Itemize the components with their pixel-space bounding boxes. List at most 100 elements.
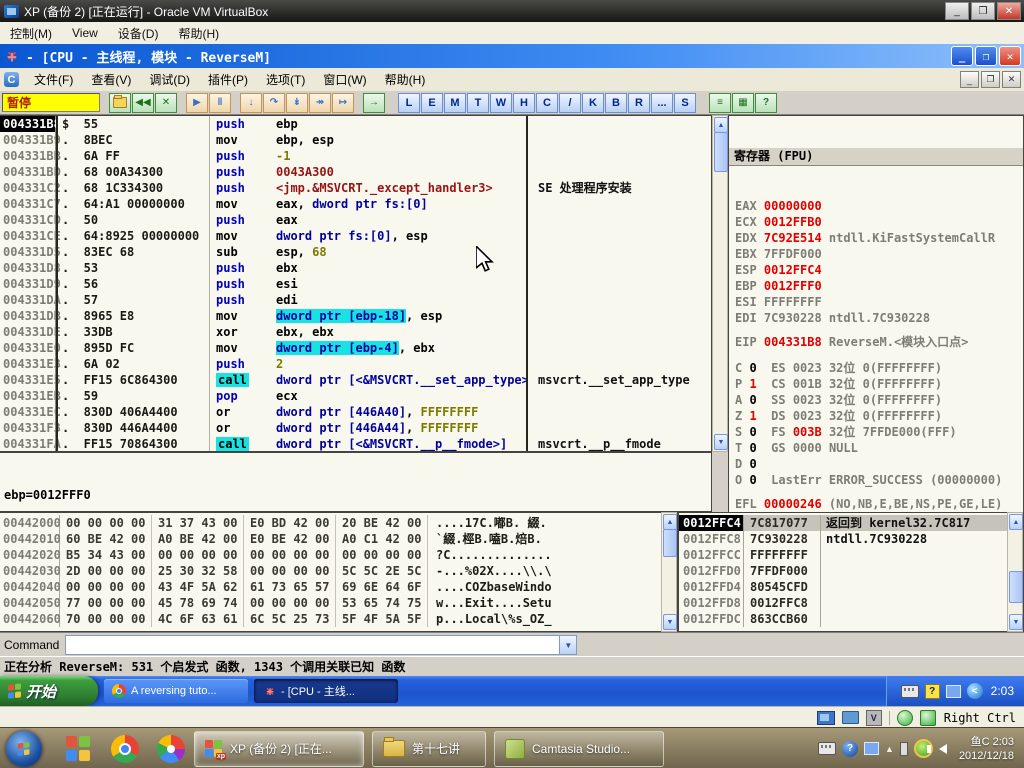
ollydbg-menu-item[interactable]: 查看(V) [82, 69, 140, 90]
disasm-row[interactable]: 004331E5. FF15 6C864300calldword ptr [<&… [0, 372, 711, 388]
efl-line[interactable]: EFL 00000246 (NO,NB,E,BE,NS,PE,GE,LE) [729, 496, 1023, 512]
show-hidden-icons-arrow[interactable]: ▲ [885, 744, 894, 754]
disasm-row[interactable]: 004331EB. 59popecx [0, 388, 711, 404]
ollydbg-close-button[interactable]: ✕ [999, 46, 1021, 66]
register-line[interactable]: ESI FFFFFFFF [729, 294, 1023, 310]
xp-task-button[interactable]: - [CPU - 主线... [254, 679, 398, 703]
view-k-button[interactable]: K [582, 93, 604, 113]
step-into-button[interactable]: ↓ [240, 93, 262, 113]
view-h-button[interactable]: H [513, 93, 535, 113]
go-to-button[interactable]: → [363, 93, 385, 113]
flag-line[interactable]: D 0 [729, 456, 1023, 472]
disasm-row[interactable]: 004331F3. 830D 446A4400ordword ptr [446A… [0, 420, 711, 436]
register-line[interactable]: EDX 7C92E514 ntdll.KiFastSystemCallR [729, 230, 1023, 246]
register-line[interactable]: EDI 7C930228 ntdll.7C930228 [729, 310, 1023, 326]
dump-row[interactable]: 0044205077 00 00 0045 78 69 7400 00 00 0… [0, 595, 677, 611]
disasm-row[interactable]: 004331BD. 68 00A34300push0043A300 [0, 164, 711, 180]
stack-row[interactable]: 0012FFD80012FFC8 [679, 595, 1023, 611]
disasm-row[interactable]: 004331EC. 830D 406A4400ordword ptr [446A… [0, 404, 711, 420]
quicklaunch-chrome-icon[interactable] [110, 734, 140, 764]
help-tray-icon[interactable]: ? [842, 741, 858, 757]
register-line[interactable]: ESP 0012FFC4 [729, 262, 1023, 278]
disasm-row[interactable]: 004331DE. 33DBxorebx, ebx [0, 324, 711, 340]
flag-line[interactable]: A 0 SS 0023 32位 0(FFFFFFFF) [729, 392, 1023, 408]
stack-row[interactable]: 0012FFDC863CCB60 [679, 611, 1023, 627]
disasm-row[interactable]: 004331DA. 57pushedi [0, 292, 711, 308]
flag-line[interactable]: P 1 CS 001B 32位 0(FFFFFFFF) [729, 376, 1023, 392]
dump-row[interactable]: 0044201060 BE 42 00A0 BE 42 00E0 BE 42 0… [0, 531, 677, 547]
ollydbg-menu-item[interactable]: 窗口(W) [314, 69, 375, 90]
flag-line[interactable]: C 0 ES 0023 32位 0(FFFFFFFF) [729, 360, 1023, 376]
disasm-row[interactable]: 004331D5. 83EC 68subesp, 68 [0, 244, 711, 260]
disasm-row[interactable]: 004331FA. FF15 70864300calldword ptr [<&… [0, 436, 711, 452]
run-button[interactable]: ▶ [186, 93, 208, 113]
view-dots-button[interactable]: ... [651, 93, 673, 113]
view-b-button[interactable]: B [605, 93, 627, 113]
disasm-row[interactable]: 004331D9. 56pushesi [0, 276, 711, 292]
view-w-button[interactable]: W [490, 93, 512, 113]
scroll-up-arrow[interactable]: ▲ [714, 117, 728, 133]
stack-row[interactable]: 0012FFCCFFFFFFFF [679, 547, 1023, 563]
scroll-thumb[interactable] [714, 132, 728, 172]
dump-row[interactable]: 0044206070 00 00 004C 6F 63 616C 5C 25 7… [0, 611, 677, 627]
options-list-button[interactable]: ≡ [709, 93, 731, 113]
host-task-button[interactable]: 第十七讲 [372, 731, 486, 767]
disassembly-scrollbar[interactable]: ▲ ▼ [712, 115, 728, 452]
disasm-row[interactable]: 004331E3. 6A 02push2 [0, 356, 711, 372]
stack-row[interactable]: 0012FFC87C930228ntdll.7C930228 [679, 531, 1023, 547]
view-s-button[interactable]: S [674, 93, 696, 113]
window-tray-icon[interactable] [946, 685, 961, 698]
scroll-thumb[interactable] [1009, 571, 1023, 603]
view-t-button[interactable]: T [467, 93, 489, 113]
execute-till-return-button[interactable]: ↦ [332, 93, 354, 113]
pause-button[interactable]: ‖ [209, 93, 231, 113]
scroll-down-arrow[interactable]: ▼ [663, 614, 677, 630]
stack-row[interactable]: 0012FFC47C817077返回到 kernel32.7C817 [679, 515, 1023, 531]
ollydbg-menu-item[interactable]: 帮助(H) [376, 69, 435, 90]
flag-line[interactable]: S 0 FS 003B 32位 7FFDE000(FFF) [729, 424, 1023, 440]
xp-task-button[interactable]: A reversing tuto... [104, 679, 248, 703]
ollydbg-restore-button[interactable]: ❐ [975, 46, 997, 66]
scroll-down-arrow[interactable]: ▼ [1009, 614, 1023, 630]
vbox-display-icon[interactable] [817, 711, 835, 725]
command-combobox[interactable]: ▼ [65, 635, 577, 655]
view-/-button[interactable]: / [559, 93, 581, 113]
volume-mixer-icon[interactable] [900, 742, 908, 756]
scroll-thumb[interactable] [663, 529, 677, 557]
dump-row[interactable]: 0044200000 00 00 0031 37 43 00E0 BD 42 0… [0, 515, 677, 531]
ollydbg-menu-item[interactable]: 调试(D) [140, 69, 199, 90]
vbox-mouse-integration-icon[interactable] [920, 710, 936, 726]
register-line[interactable]: EAX 00000000 [729, 198, 1023, 214]
scroll-down-arrow[interactable]: ▼ [714, 434, 728, 450]
restart-button[interactable]: ◀◀ [132, 93, 154, 113]
disasm-row[interactable]: 004331DB. 8965 E8movdword ptr [ebp-18], … [0, 308, 711, 324]
flag-line[interactable]: O 0 LastErr ERROR_SUCCESS (00000000) [729, 472, 1023, 488]
vbox-menu-item[interactable]: View [62, 24, 108, 42]
vbox-virtualization-icon[interactable]: V [866, 710, 882, 726]
dump-row[interactable]: 004420302D 00 00 0025 30 32 5800 00 00 0… [0, 563, 677, 579]
mdi-restore-button[interactable]: ❐ [981, 71, 1000, 88]
register-line[interactable]: ECX 0012FFB0 [729, 214, 1023, 230]
keyboard-icon[interactable] [901, 685, 919, 698]
appearance-button[interactable]: ▦ [732, 93, 754, 113]
ollydbg-menu-item[interactable]: 文件(F) [25, 69, 82, 90]
mdi-minimize-button[interactable]: _ [960, 71, 979, 88]
dump-scrollbar[interactable]: ▲ ▼ [661, 512, 677, 632]
vbox-close-button[interactable]: ✕ [997, 2, 1021, 20]
disasm-row[interactable]: 004331C2. 68 1C334300push<jmp.&MSVCRT._e… [0, 180, 711, 196]
disasm-row[interactable]: 004331CE. 64:8925 00000000movdword ptr f… [0, 228, 711, 244]
mdi-close-button[interactable]: ✕ [1002, 71, 1021, 88]
vbox-minimize-button[interactable]: _ [945, 2, 969, 20]
host-task-button[interactable]: xpXP (备份 2) [正在... [194, 731, 364, 767]
step-over-button[interactable]: ↷ [263, 93, 285, 113]
flag-line[interactable]: Z 1 DS 0023 32位 0(FFFFFFFF) [729, 408, 1023, 424]
flag-line[interactable]: T 0 GS 0000 NULL [729, 440, 1023, 456]
view-e-button[interactable]: E [421, 93, 443, 113]
host-start-orb[interactable] [6, 731, 42, 767]
scroll-up-arrow[interactable]: ▲ [663, 514, 677, 530]
register-line[interactable]: EBX 7FFDF000 [729, 246, 1023, 262]
trace-over-button[interactable]: ↠ [309, 93, 331, 113]
view-r-button[interactable]: R [628, 93, 650, 113]
quicklaunch-search-icon[interactable] [64, 734, 94, 764]
vbox-network-icon[interactable] [897, 710, 913, 726]
